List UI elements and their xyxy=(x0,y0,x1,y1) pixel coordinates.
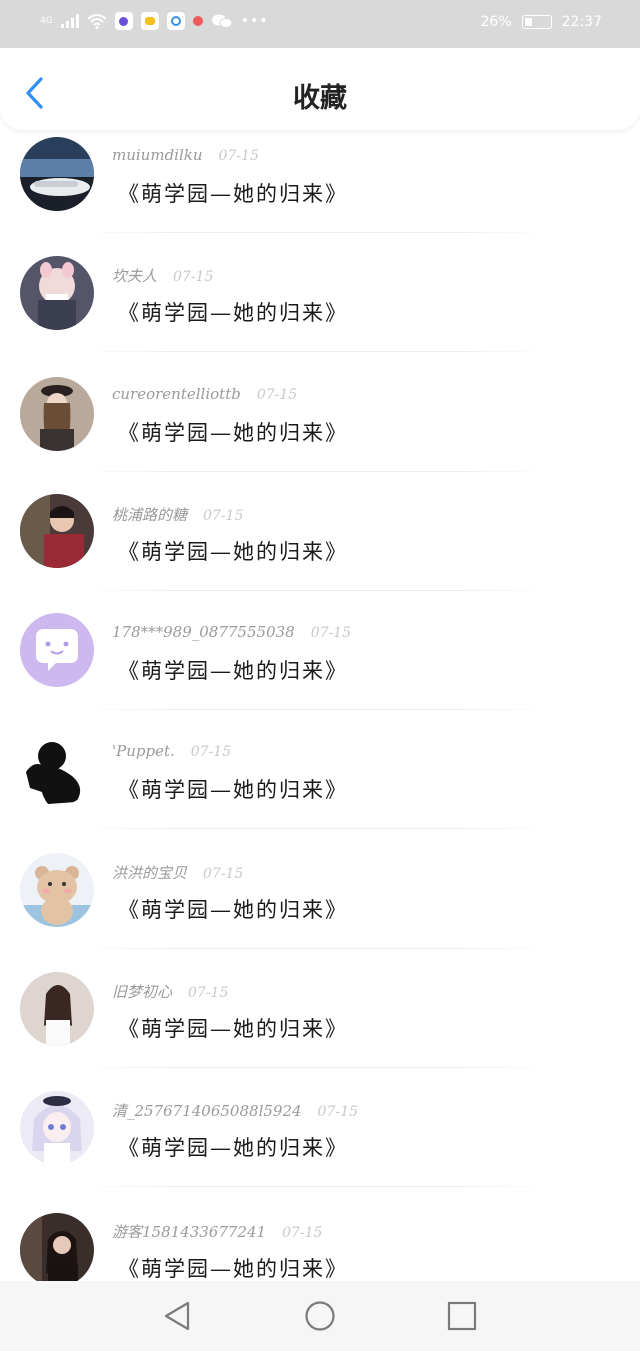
favorite-title[interactable]: 《萌学园—她的归来》 xyxy=(118,297,348,327)
divider xyxy=(80,828,550,829)
post-date: 07-15 xyxy=(317,1104,358,1120)
divider xyxy=(80,232,550,233)
status-bar: 4G ••• 26% 22:37 xyxy=(0,0,640,48)
list-item[interactable]: 'Puppet. 07-15 《萌学园—她的归来》 xyxy=(0,725,640,844)
more-dots-icon: ••• xyxy=(240,13,269,29)
username: 旧梦初心 xyxy=(112,983,173,1001)
list-item[interactable]: 游客1581433677241 07-15 《萌学园—她的归来》 xyxy=(0,1201,640,1281)
avatar[interactable] xyxy=(20,1213,94,1281)
favorite-title[interactable]: 《萌学园—她的归来》 xyxy=(118,1013,348,1043)
post-date: 07-15 xyxy=(282,1225,323,1241)
post-date: 07-15 xyxy=(190,744,232,760)
system-nav-bar xyxy=(0,1281,640,1351)
username: 坎夫人 xyxy=(112,267,158,285)
username: 游客1581433677241 xyxy=(112,1223,267,1241)
post-date: 07-15 xyxy=(203,866,244,882)
battery-percent: 26% xyxy=(480,14,512,30)
recents-square-icon[interactable] xyxy=(445,1299,479,1333)
favorite-title[interactable]: 《萌学园—她的归来》 xyxy=(118,655,348,685)
signal-icon xyxy=(60,14,79,28)
username: 清_2576714065088l5924 xyxy=(112,1102,302,1120)
username: 洪洪的宝贝 xyxy=(112,864,188,882)
avatar[interactable] xyxy=(20,732,94,806)
avatar[interactable] xyxy=(20,377,94,451)
post-date: 07-15 xyxy=(218,148,259,164)
favorite-title[interactable]: 《萌学园—她的归来》 xyxy=(118,894,348,924)
notification-icon xyxy=(192,16,203,26)
favorite-title[interactable]: 《萌学园—她的归来》 xyxy=(118,417,348,447)
username: muiumdilku xyxy=(112,146,203,164)
post-date: 07-15 xyxy=(203,508,244,524)
divider xyxy=(80,471,550,472)
list-item[interactable]: 坎夫人 07-15 《萌学园—她的归来》 xyxy=(0,249,640,368)
divider xyxy=(80,709,550,710)
list-item[interactable]: cureorentelliottb 07-15 《萌学园—她的归来》 xyxy=(0,368,640,487)
favorite-title[interactable]: 《萌学园—她的归来》 xyxy=(118,1253,348,1281)
wifi-icon xyxy=(87,14,107,29)
favorite-title[interactable]: 《萌学园—她的归来》 xyxy=(118,774,348,804)
divider xyxy=(80,351,550,352)
favorite-title[interactable]: 《萌学园—她的归来》 xyxy=(118,536,348,566)
battery-icon xyxy=(521,15,552,29)
post-date: 07-15 xyxy=(310,625,352,641)
avatar[interactable] xyxy=(20,137,94,211)
avatar[interactable] xyxy=(20,853,94,927)
divider xyxy=(80,590,550,591)
app-icon xyxy=(166,12,185,30)
clock: 22:37 xyxy=(561,14,602,30)
favorites-list: muiumdilku 07-15 《萌学园—她的归来》 坎夫人 07-15 《萌… xyxy=(0,130,640,1281)
username: 桃浦路的糖 xyxy=(112,506,188,524)
app-icon xyxy=(140,12,159,30)
list-item[interactable]: 清_2576714065088l5924 07-15 《萌学园—她的归来》 xyxy=(0,1082,640,1201)
list-item[interactable]: 旧梦初心 07-15 《萌学园—她的归来》 xyxy=(0,963,640,1082)
list-item[interactable]: 桃浦路的糖 07-15 《萌学园—她的归来》 xyxy=(0,487,640,606)
divider xyxy=(80,1067,550,1068)
avatar[interactable] xyxy=(20,972,94,1046)
home-circle-icon[interactable] xyxy=(303,1299,337,1333)
favorite-title[interactable]: 《萌学园—她的归来》 xyxy=(118,1132,348,1162)
app-icon xyxy=(114,12,133,30)
avatar[interactable] xyxy=(20,256,94,330)
network-label: 4G xyxy=(40,16,53,26)
avatar[interactable] xyxy=(20,613,94,687)
username: 178***989_0877555038 xyxy=(112,623,295,641)
page-title: 收藏 xyxy=(293,83,347,114)
wechat-icon xyxy=(211,14,233,28)
app-header: 收藏 xyxy=(0,48,640,130)
post-date: 07-15 xyxy=(173,269,214,285)
avatar[interactable] xyxy=(20,494,94,568)
divider xyxy=(80,1186,550,1187)
list-item[interactable]: 178***989_0877555038 07-15 《萌学园—她的归来》 xyxy=(0,606,640,725)
list-item[interactable]: muiumdilku 07-15 《萌学园—她的归来》 xyxy=(0,130,640,249)
back-triangle-icon[interactable] xyxy=(160,1299,194,1333)
divider xyxy=(80,948,550,949)
post-date: 07-15 xyxy=(256,387,298,403)
avatar[interactable] xyxy=(20,1091,94,1165)
username: 'Puppet. xyxy=(112,742,175,760)
list-item[interactable]: 洪洪的宝贝 07-15 《萌学园—她的归来》 xyxy=(0,844,640,963)
username: cureorentelliottb xyxy=(112,385,241,403)
favorite-title[interactable]: 《萌学园—她的归来》 xyxy=(118,178,348,208)
post-date: 07-15 xyxy=(188,985,229,1001)
